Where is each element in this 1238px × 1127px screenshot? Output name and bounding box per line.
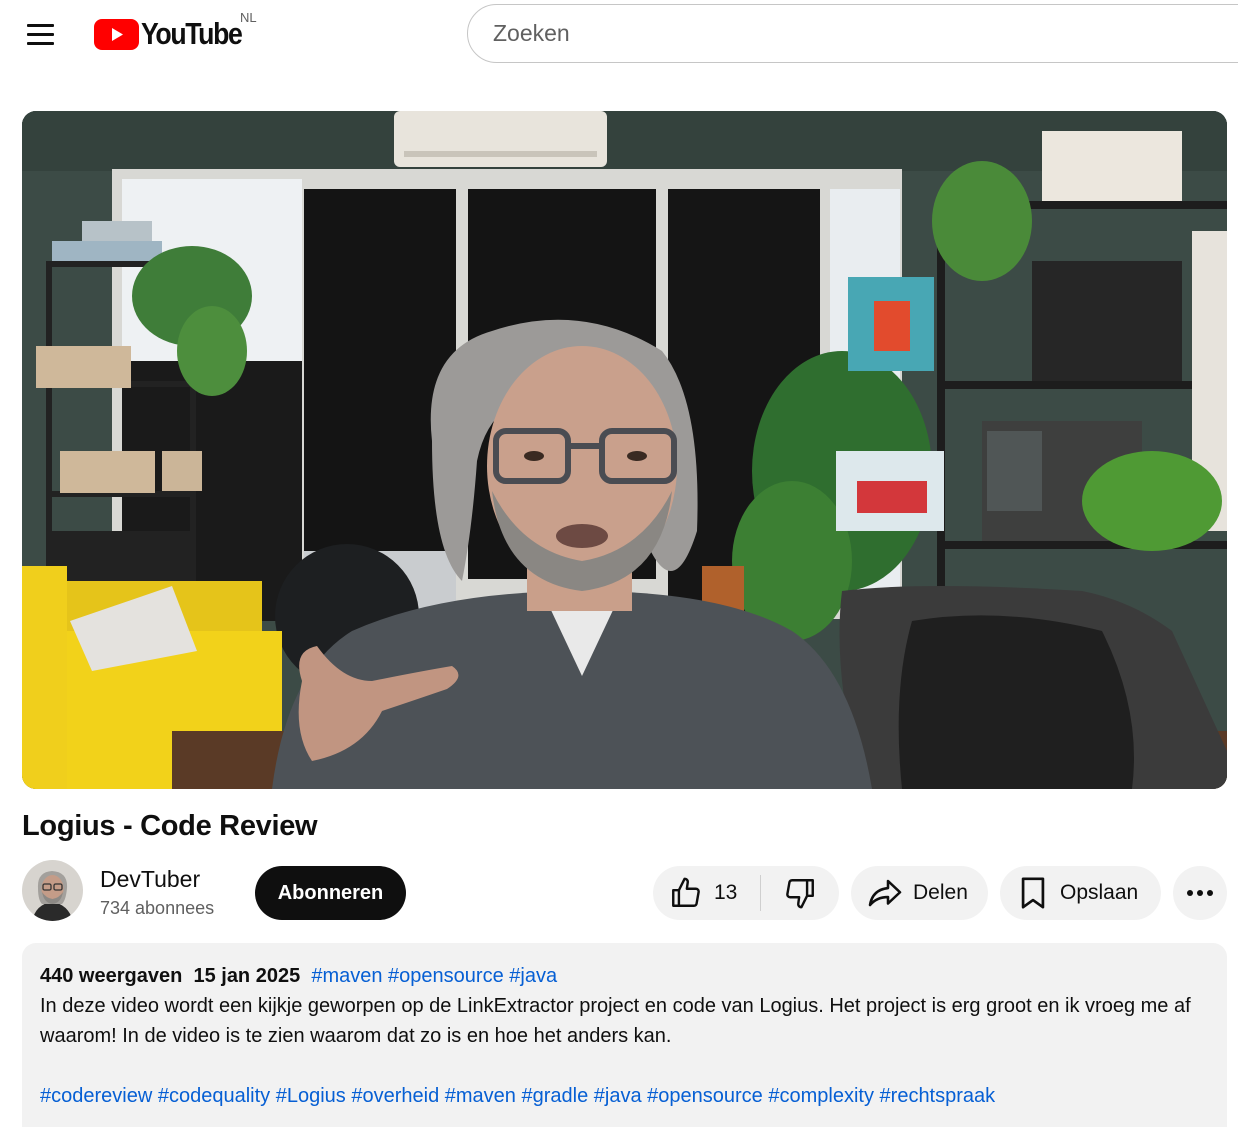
hashtag-link[interactable]: #gradle [521, 1085, 588, 1107]
video-player[interactable] [22, 111, 1227, 789]
hashtag-link[interactable]: #java [594, 1085, 642, 1107]
search-box[interactable] [467, 4, 1238, 63]
save-button[interactable]: Opslaan [1000, 866, 1161, 920]
search-input[interactable] [468, 5, 1238, 62]
hashtag-link[interactable]: #codereview [40, 1085, 152, 1107]
hashtag-link[interactable]: #complexity [768, 1085, 874, 1107]
share-arrow-icon [868, 879, 902, 907]
hashtag-link[interactable]: #overheid [351, 1085, 439, 1107]
channel-name[interactable]: DevTuber [100, 866, 200, 893]
save-label: Opslaan [1060, 881, 1139, 904]
description-box[interactable]: 440 weergaven 15 jan 2025 #maven #openso… [22, 943, 1227, 1127]
like-button[interactable]: 13 [653, 866, 760, 920]
more-icon[interactable] [1173, 866, 1227, 920]
top-tag[interactable]: #maven [311, 965, 382, 987]
top-tag[interactable]: #opensource [388, 965, 504, 987]
top-tag[interactable]: #java [509, 965, 557, 987]
menu-icon[interactable] [16, 12, 64, 56]
like-count: 13 [714, 881, 738, 904]
hashtag-link[interactable]: #rechtspraak [880, 1085, 996, 1107]
like-dislike-group: 13 [653, 866, 839, 920]
video-frame [22, 111, 1227, 789]
dislike-button[interactable] [761, 866, 838, 920]
subscriber-count: 734 abonnees [100, 898, 215, 918]
logo-text: YouTube [141, 16, 243, 51]
view-count: 440 weergaven [40, 965, 183, 987]
youtube-logo[interactable]: YouTube [94, 14, 258, 54]
description-meta: 440 weergaven 15 jan 2025 #maven #openso… [40, 963, 1209, 989]
hashtag-link[interactable]: #Logius [276, 1085, 346, 1107]
bookmark-icon [1021, 877, 1045, 909]
thumbs-down-icon [785, 879, 814, 909]
region-code: NL [240, 10, 257, 25]
masthead: YouTube NL [0, 0, 1238, 68]
avatar-image [22, 860, 83, 921]
description-text: In deze video wordt een kijkje geworpen … [40, 995, 1191, 1047]
share-button[interactable]: Delen [851, 866, 988, 920]
upload-date: 15 jan 2025 [193, 965, 301, 987]
avatar[interactable] [22, 860, 83, 921]
hashtag-link[interactable]: #maven [445, 1085, 516, 1107]
subscribe-button[interactable]: Abonneren [255, 866, 406, 920]
video-title: Logius - Code Review [22, 810, 318, 842]
share-label: Delen [913, 881, 968, 904]
hashtag-link[interactable]: #opensource [647, 1085, 763, 1107]
hashtag-list: #codereview #codequality #Logius #overhe… [40, 1081, 1209, 1111]
youtube-logo-icon [94, 18, 139, 50]
hashtag-link[interactable]: #codequality [158, 1085, 270, 1107]
thumbs-up-icon [672, 877, 700, 907]
